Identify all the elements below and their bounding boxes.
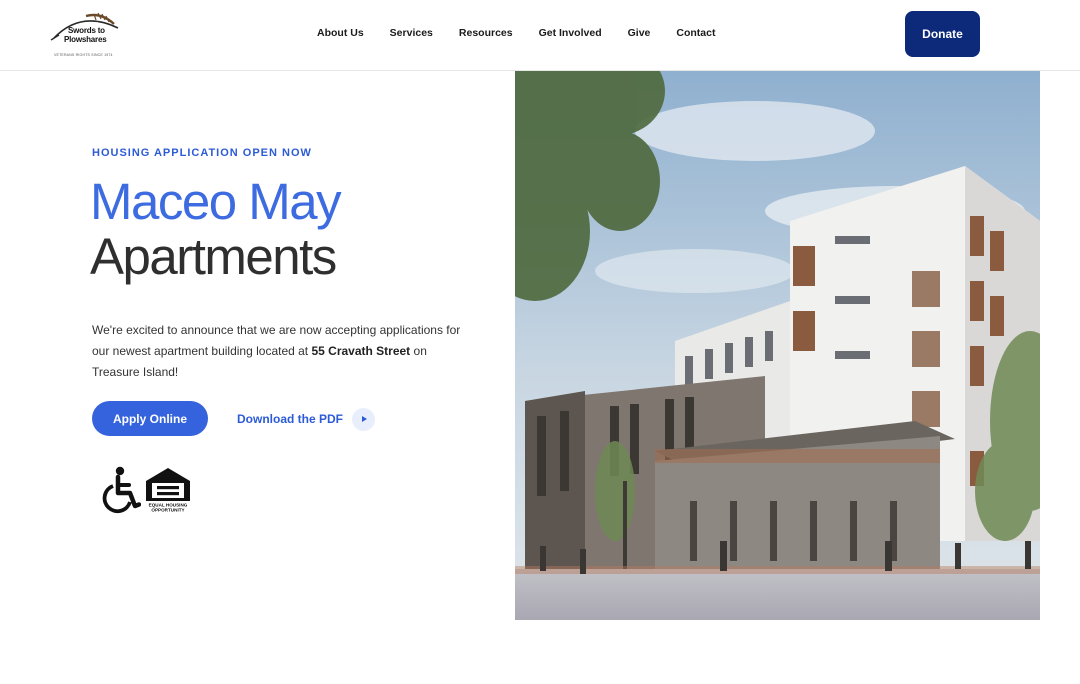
download-pdf-link[interactable]: Download the PDF [237,407,375,431]
nav-resources[interactable]: Resources [459,27,513,39]
main-nav: About Us Services Resources Get Involved… [317,27,741,39]
equal-housing-opportunity-icon: EQUAL HOUSING OPPORTUNITY [146,468,190,513]
apply-online-button[interactable]: Apply Online [92,401,208,436]
nav-get-involved[interactable]: Get Involved [539,27,602,39]
nav-give[interactable]: Give [628,27,651,39]
logo-tagline: VETERANS RIGHTS SINCE 1974 [54,53,113,57]
housing-eyebrow: HOUSING APPLICATION OPEN NOW [92,147,312,159]
page-title-line1: Maceo May [90,173,342,230]
intro-paragraph: We're excited to announce that we are no… [92,320,462,383]
logo-line2: Plowshares [64,35,107,44]
play-arrow-icon [352,407,375,431]
apartment-building-illustration [515,71,1040,620]
logo-line1: Swords to [68,26,105,35]
page-title-line2: Apartments [90,228,337,285]
intro-address: 55 Cravath Street [311,344,411,358]
nav-contact[interactable]: Contact [676,27,715,39]
nav-about-us[interactable]: About Us [317,27,364,39]
site-logo[interactable]: Swords to Plowshares VETERANS RIGHTS SIN… [46,10,126,60]
download-pdf-label: Download the PDF [237,412,343,426]
nav-services[interactable]: Services [390,27,433,39]
donate-button[interactable]: Donate [905,11,980,57]
site-header: Swords to Plowshares VETERANS RIGHTS SIN… [0,0,1080,71]
eho-label-line2: OPPORTUNITY [151,508,184,513]
building-rendering-image [515,71,1040,620]
wheelchair-accessibility-icon [102,466,141,514]
